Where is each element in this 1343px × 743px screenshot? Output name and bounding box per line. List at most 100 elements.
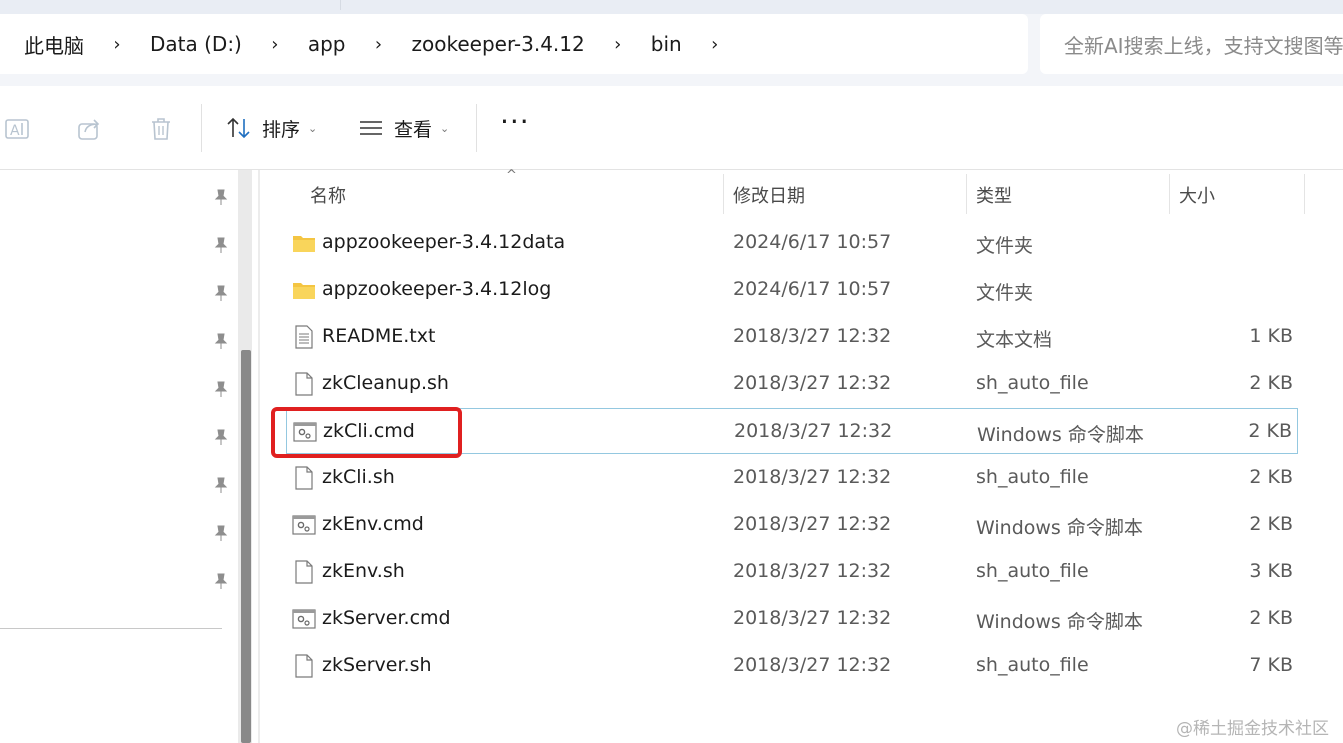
file-date: 2018/3/27 12:32: [734, 420, 893, 442]
folder-icon: [293, 236, 315, 252]
pin-icon[interactable]: [212, 428, 230, 446]
text-file-icon: [295, 325, 313, 349]
file-row[interactable]: zkEnv.sh 2018/3/27 12:32 sh_auto_file 3 …: [286, 549, 1298, 595]
file-size: 1 KB: [1249, 325, 1293, 347]
file-type: sh_auto_file: [976, 372, 1089, 394]
tab-separator: [340, 0, 341, 10]
navigation-pane: [0, 170, 240, 743]
file-row[interactable]: zkCleanup.sh 2018/3/27 12:32 sh_auto_fil…: [286, 361, 1298, 407]
file-type: 文件夹: [976, 282, 1034, 304]
file-name: appzookeeper-3.4.12log: [322, 278, 552, 300]
file-name: zkCli.cmd: [323, 420, 415, 442]
file-size: 2 KB: [1249, 607, 1293, 629]
delete-icon[interactable]: [148, 116, 174, 142]
file-row[interactable]: zkServer.cmd 2018/3/27 12:32 Windows 命令脚…: [286, 596, 1298, 642]
chevron-right-icon[interactable]: ›: [613, 34, 623, 55]
chevron-right-icon[interactable]: ›: [374, 34, 384, 55]
file-name: zkServer.sh: [322, 654, 432, 676]
pin-icon[interactable]: [212, 476, 230, 494]
chevron-down-icon: ⌄: [308, 121, 318, 135]
view-button[interactable]: 查看 ⌄: [358, 108, 449, 148]
blank-file-icon: [295, 466, 313, 490]
breadcrumb-zookeeper[interactable]: zookeeper-3.4.12: [412, 32, 585, 56]
file-date: 2018/3/27 12:32: [733, 466, 892, 488]
file-type: Windows 命令脚本: [976, 517, 1143, 539]
column-separator[interactable]: [966, 174, 967, 214]
svg-text:A: A: [10, 123, 20, 139]
file-size: 7 KB: [1249, 654, 1293, 676]
breadcrumb-app[interactable]: app: [308, 32, 346, 56]
more-options-icon[interactable]: ···: [500, 108, 530, 136]
column-header-date[interactable]: 修改日期: [733, 182, 805, 208]
file-size: 2 KB: [1249, 372, 1293, 394]
breadcrumb-data-drive[interactable]: Data (D:): [150, 32, 242, 56]
file-name: README.txt: [322, 325, 436, 347]
chevron-right-icon[interactable]: ›: [710, 34, 720, 55]
file-size: 3 KB: [1249, 560, 1293, 582]
column-separator[interactable]: [723, 174, 724, 214]
file-date: 2018/3/27 12:32: [733, 560, 892, 582]
file-date: 2018/3/27 12:32: [733, 372, 892, 394]
window-tab-strip: [0, 0, 1343, 14]
watermark: @稀土掘金技术社区: [1176, 719, 1329, 739]
chevron-right-icon[interactable]: ›: [112, 34, 122, 55]
blank-file-icon: [295, 560, 313, 584]
cmd-script-icon: [292, 609, 316, 629]
command-toolbar: A 排序 ⌄ 查看 ⌄: [0, 86, 1343, 170]
pin-icon[interactable]: [212, 524, 230, 542]
chevron-right-icon[interactable]: ›: [270, 34, 280, 55]
column-separator[interactable]: [1304, 174, 1305, 214]
pin-icon[interactable]: [212, 572, 230, 590]
file-row[interactable]: README.txt 2018/3/27 12:32 文本文档 1 KB: [286, 314, 1298, 360]
cmd-script-icon: [292, 515, 316, 535]
pin-icon[interactable]: [212, 332, 230, 350]
file-type: sh_auto_file: [976, 560, 1089, 582]
file-name: zkEnv.sh: [322, 560, 405, 582]
search-input[interactable]: 全新AI搜索上线，支持文搜图等: [1040, 14, 1343, 74]
file-size: 2 KB: [1248, 420, 1292, 442]
sort-ascending-icon: ^: [506, 168, 517, 183]
file-type: 文本文档: [976, 329, 1053, 351]
blank-file-icon: [295, 372, 313, 396]
file-date: 2018/3/27 12:32: [733, 654, 892, 676]
breadcrumb-bin[interactable]: bin: [651, 32, 682, 56]
column-header-type[interactable]: 类型: [976, 182, 1012, 208]
column-header-name[interactable]: 名称: [310, 182, 346, 208]
pin-icon[interactable]: [212, 188, 230, 206]
pin-icon[interactable]: [212, 236, 230, 254]
chevron-down-icon: ⌄: [440, 121, 450, 135]
address-bar[interactable]: 此电脑 › Data (D:) › app › zookeeper-3.4.12…: [0, 14, 1028, 74]
breadcrumb-this-pc[interactable]: 此电脑: [24, 30, 84, 59]
file-type: sh_auto_file: [976, 654, 1089, 676]
file-size: 2 KB: [1249, 513, 1293, 535]
pin-icon[interactable]: [212, 380, 230, 398]
file-name: appzookeeper-3.4.12data: [322, 231, 566, 253]
file-type: Windows 命令脚本: [977, 424, 1144, 446]
file-date: 2018/3/27 12:32: [733, 325, 892, 347]
sort-button[interactable]: 排序 ⌄: [226, 108, 317, 148]
toolbar-divider: [201, 104, 202, 152]
rename-icon[interactable]: A: [4, 116, 30, 142]
file-row[interactable]: appzookeeper-3.4.12data 2024/6/17 10:57 …: [286, 220, 1298, 266]
file-row[interactable]: zkServer.sh 2018/3/27 12:32 sh_auto_file…: [286, 643, 1298, 689]
file-row[interactable]: appzookeeper-3.4.12log 2024/6/17 10:57 文…: [286, 267, 1298, 313]
file-row[interactable]: zkCli.sh 2018/3/27 12:32 sh_auto_file 2 …: [286, 455, 1298, 501]
pane-border: [258, 170, 260, 743]
pin-icon[interactable]: [212, 284, 230, 302]
file-name: zkCli.sh: [322, 466, 395, 488]
file-row-selected[interactable]: zkCli.cmd 2018/3/27 12:32 Windows 命令脚本 2…: [286, 408, 1298, 454]
share-icon[interactable]: [76, 116, 102, 142]
file-name: zkCleanup.sh: [322, 372, 449, 394]
column-header-row: ^ 名称 修改日期 类型 大小: [260, 168, 1343, 218]
file-name: zkEnv.cmd: [322, 513, 424, 535]
file-date: 2024/6/17 10:57: [733, 231, 892, 253]
blank-file-icon: [295, 654, 313, 678]
folder-icon: [293, 283, 315, 299]
view-list-icon: [360, 121, 382, 135]
column-separator[interactable]: [1169, 174, 1170, 214]
nav-scrollbar-thumb[interactable]: [241, 350, 251, 743]
file-date: 2018/3/27 12:32: [733, 513, 892, 535]
file-row[interactable]: zkEnv.cmd 2018/3/27 12:32 Windows 命令脚本 2…: [286, 502, 1298, 548]
file-type: 文件夹: [976, 235, 1034, 257]
column-header-size[interactable]: 大小: [1179, 182, 1215, 208]
